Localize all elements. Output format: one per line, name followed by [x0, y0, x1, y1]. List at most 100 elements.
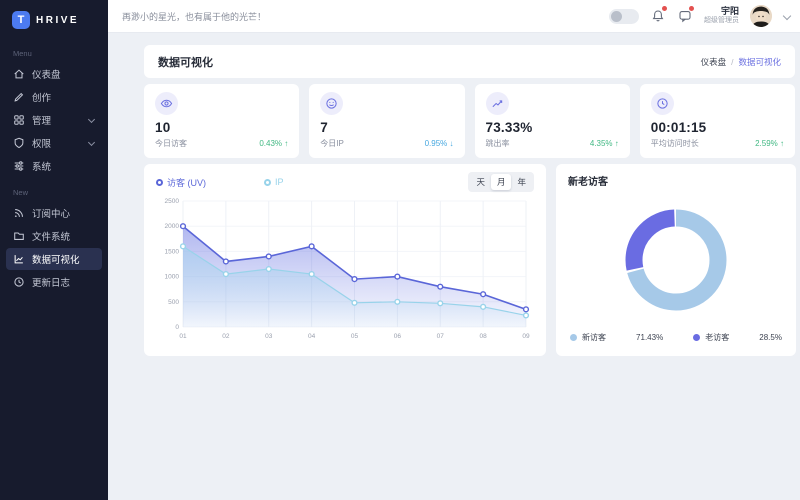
avatar[interactable] [750, 5, 772, 27]
uv-ip-line-chart: 05001000150020002500010203040506070809 [156, 191, 534, 352]
eye-icon [155, 92, 178, 115]
sidebar-item-changelog[interactable]: 更新日志 [6, 271, 102, 293]
chevron-down-icon [89, 140, 95, 146]
legend-item-ip[interactable]: IP [264, 177, 284, 187]
folder-icon [13, 230, 25, 242]
breadcrumb-parent[interactable]: 仪表盘 [701, 56, 727, 68]
stat-card-ip: 7 今日IP 0.95% ↓ [309, 84, 464, 158]
line-chart-icon [13, 253, 25, 265]
stat-label: 跳出率 [486, 138, 510, 149]
trend-icon [486, 92, 509, 115]
legend-dot-icon [156, 179, 163, 186]
sidebar-item-label: 订阅中心 [32, 206, 70, 220]
user-menu[interactable]: 宇阳 超级管理员 [704, 6, 739, 25]
sidebar-section-new: New [0, 178, 108, 201]
sliders-icon [13, 160, 25, 172]
stats-row: 10 今日访客 0.43% ↑ 7 今日IP 0.95% ↓ 73.33% 跳出… [144, 84, 795, 158]
chevron-down-icon [89, 117, 95, 123]
sidebar: T HRIVE Menu 仪表盘 创作 管理 权限 系统 New 订阅中心 [0, 0, 108, 500]
legend-item-new-visitors[interactable]: 新访客 [570, 332, 606, 343]
notifications-bell-icon[interactable] [650, 8, 666, 24]
breadcrumb-current[interactable]: 数据可视化 [738, 56, 781, 68]
svg-text:09: 09 [522, 333, 530, 340]
stat-card-avg-duration: 00:01:15 平均访问时长 2.59% ↑ [640, 84, 795, 158]
range-tab-year[interactable]: 年 [511, 174, 532, 190]
pencil-icon [13, 91, 25, 103]
stat-label: 平均访问时长 [651, 138, 699, 149]
page-title: 数据可视化 [158, 54, 213, 70]
stat-label: 今日访客 [155, 138, 187, 149]
sidebar-item-create[interactable]: 创作 [6, 86, 102, 108]
sidebar-item-label: 权限 [32, 136, 51, 150]
sidebar-item-data-visualization[interactable]: 数据可视化 [6, 248, 102, 270]
stat-card-visitors: 10 今日访客 0.43% ↑ [144, 84, 299, 158]
svg-text:2000: 2000 [165, 223, 180, 230]
header-motto: 再渺小的星光，也有属于他的光芒！ [122, 10, 266, 23]
rss-icon [13, 207, 25, 219]
theme-toggle[interactable] [609, 9, 639, 24]
user-name: 宇阳 [704, 6, 739, 17]
legend-value: 28.5% [759, 333, 782, 342]
home-icon [13, 68, 25, 80]
legend-label: 访客 (UV) [167, 176, 206, 189]
sidebar-item-dashboard[interactable]: 仪表盘 [6, 63, 102, 85]
main-content: 数据可视化 仪表盘 / 数据可视化 10 今日访客 0.43% ↑ 7 今日IP… [108, 33, 800, 500]
legend-label: IP [275, 177, 284, 187]
breadcrumb: 仪表盘 / 数据可视化 [701, 56, 781, 68]
message-badge [689, 6, 694, 11]
svg-text:1500: 1500 [165, 248, 180, 255]
stat-delta: 0.95% ↓ [425, 139, 454, 148]
stat-delta: 2.59% ↑ [755, 139, 784, 148]
legend-item-uv[interactable]: 访客 (UV) [156, 176, 206, 189]
sidebar-item-subscriptions[interactable]: 订阅中心 [6, 202, 102, 224]
svg-text:2500: 2500 [165, 198, 180, 205]
sidebar-item-files[interactable]: 文件系统 [6, 225, 102, 247]
legend-label: 老访客 [705, 332, 729, 343]
stat-delta: 0.43% ↑ [259, 139, 288, 148]
sidebar-item-label: 数据可视化 [32, 252, 80, 266]
svg-text:03: 03 [265, 333, 273, 340]
donut-legend: 新访客 71.43% 老访客 28.5% [568, 332, 784, 347]
legend-value: 71.43% [636, 333, 663, 342]
visitor-type-card: 新老访客 新访客 71.43% 老访客 28.5% [556, 164, 796, 356]
chevron-down-icon[interactable] [783, 13, 790, 20]
sidebar-item-system[interactable]: 系统 [6, 155, 102, 177]
range-tab-day[interactable]: 天 [470, 174, 491, 190]
sidebar-item-label: 系统 [32, 159, 51, 173]
range-tab-month[interactable]: 月 [491, 174, 512, 190]
legend-label: 新访客 [582, 332, 606, 343]
breadcrumb-separator: / [731, 57, 733, 67]
history-clock-icon [13, 276, 25, 288]
legend-item-old-visitors[interactable]: 老访客 [693, 332, 729, 343]
stat-value: 7 [320, 120, 453, 135]
chart-legend: 访客 (UV) IP 天 月 年 [156, 173, 534, 191]
messages-icon[interactable] [677, 8, 693, 24]
clock-icon [651, 92, 674, 115]
notification-badge [662, 6, 667, 11]
svg-text:04: 04 [308, 333, 316, 340]
smile-icon [320, 92, 343, 115]
sidebar-item-label: 更新日志 [32, 275, 70, 289]
legend-dot-icon [264, 179, 271, 186]
user-role: 超级管理员 [704, 17, 739, 25]
toggle-knob [611, 11, 622, 22]
sidebar-item-label: 管理 [32, 113, 51, 127]
svg-text:07: 07 [437, 333, 445, 340]
grid-icon [13, 114, 25, 126]
svg-text:06: 06 [394, 333, 402, 340]
legend-dot-icon [693, 334, 700, 341]
visitor-type-donut-chart [568, 188, 784, 332]
sidebar-item-manage[interactable]: 管理 [6, 109, 102, 131]
stat-value: 00:01:15 [651, 120, 784, 135]
sidebar-item-permissions[interactable]: 权限 [6, 132, 102, 154]
svg-text:02: 02 [222, 333, 230, 340]
top-bar: 再渺小的星光，也有属于他的光芒！ 宇阳 超级管理员 [108, 0, 800, 33]
charts-row: 访客 (UV) IP 天 月 年 05001000150020002500010… [144, 164, 795, 356]
stat-value: 73.33% [486, 120, 619, 135]
stat-label: 今日IP [320, 138, 344, 149]
svg-text:05: 05 [351, 333, 359, 340]
svg-text:0: 0 [175, 324, 179, 331]
svg-text:1000: 1000 [165, 274, 180, 281]
brand-logo[interactable]: T HRIVE [0, 0, 108, 39]
svg-text:500: 500 [168, 299, 179, 306]
